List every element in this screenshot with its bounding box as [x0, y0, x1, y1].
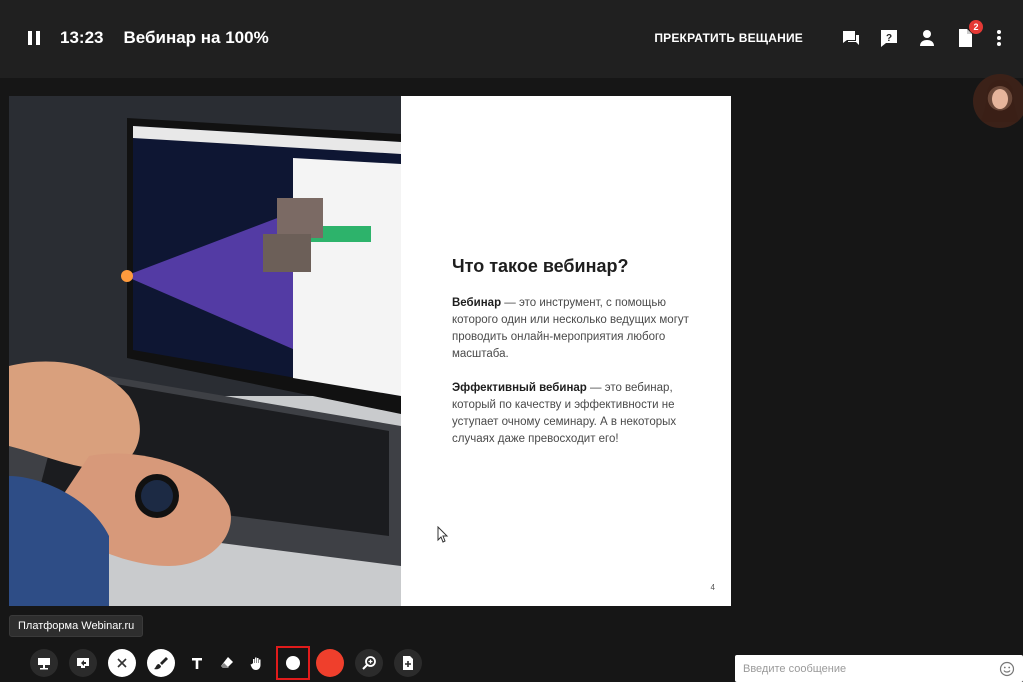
question-icon[interactable]: ?	[879, 28, 899, 48]
slide-page-number: 4	[710, 583, 715, 592]
files-badge: 2	[969, 20, 983, 34]
slide-para1-term: Вебинар	[452, 297, 502, 309]
top-bar: 13:23 Вебинар на 100% ПРЕКРАТИТЬ ВЕЩАНИЕ…	[0, 0, 1023, 78]
slide-paragraph-1: Вебинар — это инструмент, с помощью кото…	[452, 295, 697, 363]
mouse-cursor-icon	[437, 526, 449, 543]
stop-broadcast-button[interactable]: ПРЕКРАТИТЬ ВЕЩАНИЕ	[654, 31, 803, 45]
size-dot-icon[interactable]	[276, 646, 310, 680]
slide-photo-laptop	[9, 96, 401, 606]
slide-para2-term: Эффективный вебинар	[452, 382, 587, 394]
text-icon[interactable]	[186, 649, 208, 677]
chat-icon[interactable]	[841, 28, 861, 48]
presentation-icon[interactable]	[30, 649, 58, 677]
svg-text:?: ?	[886, 33, 892, 44]
emoji-icon[interactable]	[999, 661, 1015, 677]
webinar-title: Вебинар на 100%	[123, 28, 269, 47]
broadcast-timer: 13:23	[60, 28, 104, 47]
color-red-icon[interactable]	[316, 649, 344, 677]
close-icon[interactable]	[108, 649, 136, 677]
platform-label: Платформа Webinar.ru	[9, 615, 144, 637]
slide-text-block: Что такое вебинар? Вебинар — это инструм…	[452, 256, 697, 465]
drawing-toolbar	[30, 646, 433, 680]
presenter-avatar[interactable]	[973, 74, 1023, 128]
top-actions: ПРЕКРАТИТЬ ВЕЩАНИЕ ? 2	[654, 20, 1009, 50]
participants-icon[interactable]	[917, 28, 937, 48]
size-dot-swatch	[286, 656, 300, 670]
presentation-slide: Что такое вебинар? Вебинар — это инструм…	[9, 96, 731, 606]
eraser-icon[interactable]	[216, 649, 238, 677]
zoom-icon[interactable]	[355, 649, 383, 677]
screen-share-icon[interactable]	[69, 649, 97, 677]
broadcast-info: 13:23 Вебинар на 100%	[28, 26, 269, 50]
more-icon[interactable]	[989, 28, 1009, 48]
add-file-icon[interactable]	[394, 649, 422, 677]
files-icon[interactable]: 2	[955, 20, 983, 48]
hand-icon[interactable]	[246, 649, 268, 677]
slide-paragraph-2: Эффективный вебинар — это вебинар, котор…	[452, 380, 697, 448]
slide-heading: Что такое вебинар?	[452, 256, 629, 276]
chat-input-box	[735, 655, 1023, 682]
brush-icon[interactable]	[147, 649, 175, 677]
pause-icon[interactable]	[28, 31, 42, 45]
chat-message-input[interactable]	[743, 662, 999, 675]
